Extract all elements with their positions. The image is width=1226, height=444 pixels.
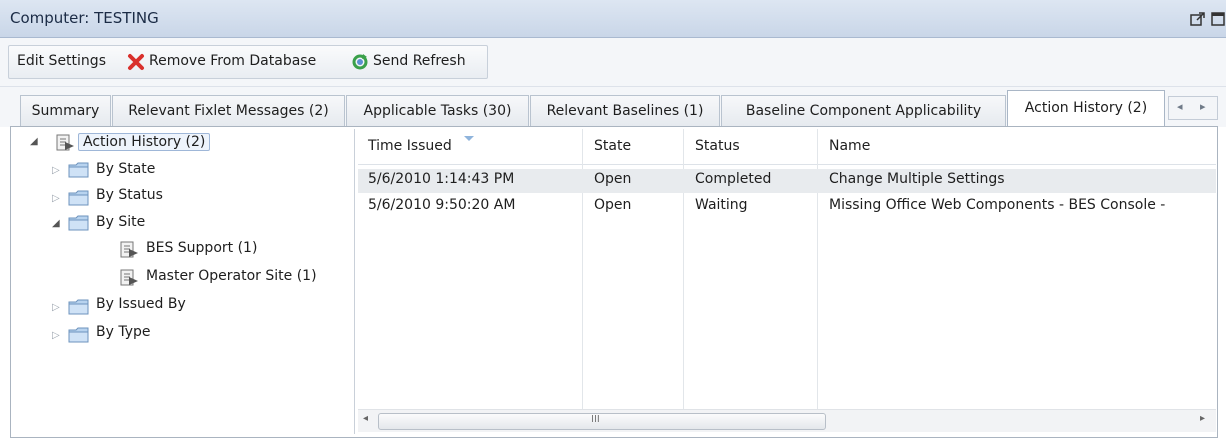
table-row[interactable]: 5/6/2010 9:50:20 AM Open Waiting Missing… <box>358 195 1216 219</box>
column-header-name[interactable]: Name <box>829 138 870 154</box>
tab-baseline-component-applicability[interactable]: Baseline Component Applicability <box>721 95 1006 126</box>
collapsed-arrow-icon[interactable]: ▷ <box>52 330 60 341</box>
tree-item-label: Master Operator Site (1) <box>146 268 317 284</box>
tree-item-label: By Status <box>96 187 163 203</box>
column-header-time-issued[interactable]: Time Issued <box>368 138 452 154</box>
toolbar: Edit Settings Remove From Database Send … <box>0 38 1226 87</box>
tab-relevant-fixlet-messages[interactable]: Relevant Fixlet Messages (2) <box>112 95 345 126</box>
cell-state: Open <box>594 197 632 213</box>
undock-icon[interactable] <box>1190 11 1206 31</box>
scrollbar-grip: III <box>591 414 600 425</box>
action-history-tree: ◢ Action History (2) ▷ By State ▷ By Sta… <box>14 129 355 434</box>
window-title: Computer: TESTING <box>10 9 159 27</box>
tab-applicable-tasks[interactable]: Applicable Tasks (30) <box>346 95 529 126</box>
toolbar-strip: Edit Settings Remove From Database Send … <box>8 45 488 79</box>
red-x-icon <box>127 53 145 71</box>
action-icon <box>54 133 76 157</box>
expanded-arrow-icon[interactable]: ◢ <box>52 218 60 229</box>
cell-time-issued: 5/6/2010 1:14:43 PM <box>368 171 515 187</box>
cell-name: Missing Office Web Components - BES Cons… <box>829 197 1166 213</box>
scroll-right-icon[interactable]: ▸ <box>1200 413 1205 424</box>
collapsed-arrow-icon[interactable]: ▷ <box>52 302 60 313</box>
tab-relevant-baselines[interactable]: Relevant Baselines (1) <box>530 95 720 126</box>
tab-scroll-left-icon[interactable]: ◂ <box>1177 100 1183 113</box>
cell-state: Open <box>594 171 632 187</box>
collapsed-arrow-icon[interactable]: ▷ <box>52 193 60 204</box>
sort-indicator-icon <box>464 130 474 146</box>
expanded-arrow-icon[interactable]: ◢ <box>30 136 38 147</box>
tree-item-label: By State <box>96 161 156 177</box>
column-header-state[interactable]: State <box>594 138 631 154</box>
send-refresh-label: Send Refresh <box>373 53 466 69</box>
tree-item-label: By Issued By <box>96 296 186 312</box>
folder-icon <box>68 214 90 236</box>
maximize-icon[interactable] <box>1211 11 1225 31</box>
actions-grid: Time Issued State Status Name 5/6/2010 1… <box>358 129 1216 434</box>
scrollbar-thumb[interactable]: III <box>378 413 826 430</box>
scroll-left-icon[interactable]: ◂ <box>363 413 368 424</box>
folder-icon <box>68 326 90 348</box>
column-header-status[interactable]: Status <box>695 138 740 154</box>
tree-root-label: Action History (2) <box>78 133 211 151</box>
horizontal-scrollbar[interactable]: ◂ III ▸ <box>358 409 1216 432</box>
tab-scroll-right-icon[interactable]: ▸ <box>1200 100 1206 113</box>
refresh-icon <box>351 53 369 71</box>
tab-action-history[interactable]: Action History (2) <box>1007 90 1165 127</box>
tree-item-label: By Site <box>96 214 146 230</box>
send-refresh-button[interactable]: Send Refresh <box>351 53 466 71</box>
grid-header: Time Issued State Status Name <box>358 129 1216 165</box>
cell-status: Completed <box>695 171 772 187</box>
tree-item-label: By Type <box>96 324 151 340</box>
tab-summary[interactable]: Summary <box>20 95 111 126</box>
collapsed-arrow-icon[interactable]: ▷ <box>52 165 60 176</box>
table-row[interactable]: 5/6/2010 1:14:43 PM Open Completed Chang… <box>358 169 1216 193</box>
edit-settings-button[interactable]: Edit Settings <box>17 53 106 69</box>
tree-item-label: BES Support (1) <box>146 240 258 256</box>
folder-icon <box>68 189 90 211</box>
action-icon <box>118 268 140 292</box>
tab-strip: Summary Relevant Fixlet Messages (2) App… <box>0 87 1226 127</box>
cell-name: Change Multiple Settings <box>829 171 1005 187</box>
remove-from-database-label: Remove From Database <box>149 53 317 69</box>
cell-time-issued: 5/6/2010 9:50:20 AM <box>368 197 516 213</box>
remove-from-database-button[interactable]: Remove From Database <box>127 53 317 71</box>
window-titlebar: Computer: TESTING <box>0 0 1226 38</box>
folder-icon <box>68 298 90 320</box>
tab-scroll-buttons: ◂ ▸ <box>1168 96 1218 120</box>
folder-icon <box>68 161 90 183</box>
cell-status: Waiting <box>695 197 748 213</box>
action-icon <box>118 240 140 264</box>
